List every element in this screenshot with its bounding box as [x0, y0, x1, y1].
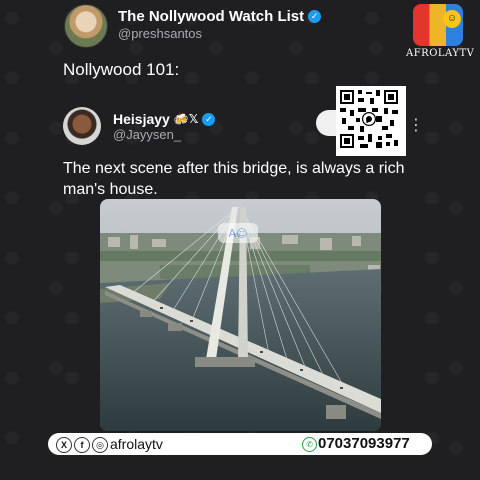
svg-text:A☺: A☺: [229, 227, 248, 240]
verified-badge-icon: ✓: [308, 10, 322, 23]
logo-text: AFROLAYTV: [406, 48, 475, 59]
footer-bar: X f ◎ afrolaytv ✆ 07037093977: [48, 433, 432, 455]
afrolaytv-logo: ☺ AFROLAYTV: [406, 4, 475, 64]
author-name-text: The Nollywood Watch List: [118, 8, 305, 25]
instagram-icon[interactable]: ◎: [92, 437, 108, 453]
name-emoji-badges: 🍻𝕏: [173, 112, 199, 126]
x-icon[interactable]: X: [56, 437, 72, 453]
whatsapp-icon[interactable]: ✆: [302, 437, 317, 452]
author-name[interactable]: The Nollywood Watch List ✓: [118, 8, 322, 25]
post-text: Nollywood 101:: [63, 60, 180, 79]
facebook-icon[interactable]: f: [74, 437, 90, 453]
quoted-author-avatar[interactable]: [63, 107, 101, 145]
logo-mark-icon: ☺: [413, 4, 463, 46]
quoted-author-name-text: Heisjayy: [113, 111, 170, 127]
quoted-post-text: The next scene after this bridge, is alw…: [63, 160, 405, 198]
more-options-icon[interactable]: ⋮: [408, 115, 424, 135]
footer-handle[interactable]: afrolaytv: [110, 436, 163, 452]
quoted-author-handle[interactable]: @Jayysen_: [113, 127, 181, 142]
qr-code-icon: [336, 86, 406, 156]
author-handle[interactable]: @preshsantos: [118, 26, 202, 41]
author-avatar[interactable]: [64, 4, 108, 48]
footer-phone[interactable]: 07037093977: [318, 435, 410, 452]
verified-badge-icon: ✓: [202, 112, 216, 126]
bridge-photo[interactable]: A☺: [100, 199, 381, 431]
quoted-author-name[interactable]: Heisjayy 🍻𝕏 ✓: [113, 111, 216, 127]
